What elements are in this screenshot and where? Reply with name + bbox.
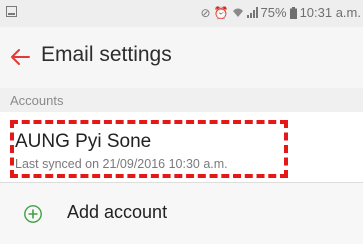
add-account-label: Add account	[67, 202, 168, 222]
app-bar: Email settings	[0, 27, 363, 89]
account-item[interactable]: AUNG Pyi Sone Last synced on 21/09/2016 …	[0, 112, 363, 182]
battery-percent: 75%	[260, 5, 287, 20]
add-account-button[interactable]: Add account	[0, 183, 363, 244]
account-name: AUNG Pyi Sone	[15, 131, 152, 152]
back-arrow-icon[interactable]	[9, 46, 31, 68]
battery-icon	[289, 6, 297, 19]
page-title: Email settings	[41, 43, 172, 66]
notification-icon	[6, 6, 17, 17]
accounts-section-label: Accounts	[10, 93, 64, 108]
signal-icon	[246, 7, 258, 18]
clock: 10:31 a.m.	[299, 5, 361, 20]
wifi-icon	[232, 8, 243, 17]
alarm-icon: ⏰	[213, 5, 229, 20]
plus-icon	[24, 205, 42, 223]
status-bar: ⊘ ⏰ 75% 10:31 a.m.	[0, 0, 363, 27]
accounts-section-header: Accounts	[0, 88, 363, 112]
mute-icon: ⊘	[200, 5, 211, 20]
account-last-synced: Last synced on 21/09/2016 10:30 a.m.	[15, 157, 228, 171]
